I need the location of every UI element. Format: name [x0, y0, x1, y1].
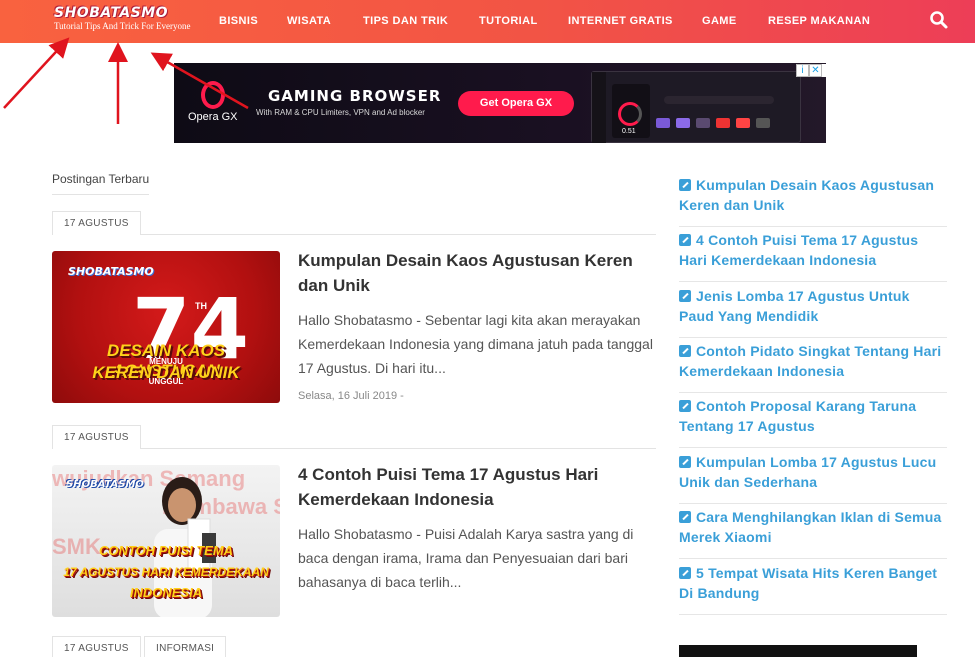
opera-logo: Opera GX — [188, 81, 238, 131]
category-tag[interactable]: 17 AGUSTUS — [52, 636, 141, 657]
sidebar-link[interactable]: Contoh Pidato Singkat Tentang Hari Kemer… — [679, 341, 947, 393]
category-tag[interactable]: 17 AGUSTUS — [52, 425, 141, 449]
sidebar-link-label: 5 Tempat Wisata Hits Keren Banget Di Ban… — [679, 565, 938, 601]
ad-browser-screenshot: 0.51 — [591, 71, 801, 143]
search-icon[interactable] — [929, 10, 949, 30]
post-date-separator: - — [400, 390, 404, 402]
thumb-line-3: INDONESIA — [129, 585, 203, 600]
edit-icon — [679, 290, 691, 302]
section-title: Postingan Terbaru — [52, 172, 150, 195]
thumb-line-1: CONTOH PUISI TEMA — [98, 543, 234, 558]
thumb-small-2: UNGGUL — [148, 377, 184, 386]
category-tag[interactable]: 17 AGUSTUS — [52, 211, 141, 235]
sidebar-ad[interactable] — [679, 645, 947, 657]
category-bar: 17 AGUSTUS — [52, 425, 656, 449]
edit-icon — [679, 567, 691, 579]
post-title[interactable]: Kumpulan Desain Kaos Agustusan Keren dan… — [298, 248, 658, 298]
sidebar-link-label: Cara Menghilangkan Iklan di Semua Merek … — [679, 509, 942, 545]
sidebar-link[interactable]: Cara Menghilangkan Iklan di Semua Merek … — [679, 507, 947, 559]
nav-item-tutorial[interactable]: TUTORIAL — [479, 0, 538, 43]
ad-gauge-value: 0.51 — [622, 128, 636, 135]
thumb-number-suffix: TH — [195, 301, 207, 311]
post-excerpt: Hallo Shobatasmo - Sebentar lagi kita ak… — [298, 312, 653, 376]
edit-icon — [679, 345, 691, 357]
thumb-line-2: 17 AGUSTUS HARI KEMERDEKAAN — [63, 565, 269, 579]
sidebar-link[interactable]: Kumpulan Lomba 17 Agustus Lucu Unik dan … — [679, 452, 947, 504]
ad-info-icon[interactable]: i — [796, 64, 809, 77]
sidebar-link[interactable]: 4 Contoh Puisi Tema 17 Agustus Hari Keme… — [679, 230, 947, 282]
nav-item-game[interactable]: GAME — [702, 0, 737, 43]
thumb-brand: SHOBATASMO — [66, 479, 144, 490]
ad-choices[interactable]: i ✕ — [796, 64, 826, 77]
post-thumbnail[interactable]: wujudkan Semang Membawa Sem SMK SHOBATAS… — [52, 465, 280, 617]
edit-icon — [679, 511, 691, 523]
sidebar-ad-close-icon[interactable] — [917, 645, 947, 657]
sidebar-link-label: Contoh Pidato Singkat Tentang Hari Kemer… — [679, 343, 942, 379]
logo-title: SHOBATASMO — [54, 5, 169, 21]
ad-close-icon[interactable]: ✕ — [809, 64, 822, 77]
sidebar-link[interactable]: Contoh Proposal Karang Taruna Tentang 17… — [679, 396, 947, 448]
sidebar-link[interactable]: Kumpulan Desain Kaos Agustusan Keren dan… — [679, 175, 947, 227]
post-thumbnail[interactable]: SHOBATASMO 74 TH MENUJU DESAIN KAOS AGUS… — [52, 251, 280, 403]
edit-icon — [679, 234, 691, 246]
post-title[interactable]: 4 Contoh Puisi Tema 17 Agustus Hari Keme… — [298, 462, 658, 512]
edit-icon — [679, 179, 691, 191]
edit-icon — [679, 400, 691, 412]
site-logo[interactable]: SHOBATASMO Tutorial Tips And Trick For E… — [54, 5, 191, 36]
opera-logo-icon — [201, 81, 225, 109]
sidebar-link-label: Kumpulan Lomba 17 Agustus Lucu Unik dan … — [679, 454, 937, 490]
nav-item-bisnis[interactable]: BISNIS — [219, 0, 258, 43]
site-header: SHOBATASMO Tutorial Tips And Trick For E… — [0, 0, 975, 43]
nav-item-wisata[interactable]: WISATA — [287, 0, 331, 43]
post-excerpt: Hallo Shobatasmo - Puisi Adalah Karya sa… — [298, 526, 634, 590]
post-date: Selasa, 16 Juli 2019 — [298, 390, 398, 402]
sidebar-link-label: Jenis Lomba 17 Agustus Untuk Paud Yang M… — [679, 288, 910, 324]
ad-brand: Opera GX — [188, 111, 238, 123]
sidebar-link-label: Kumpulan Desain Kaos Agustusan Keren dan… — [679, 177, 935, 213]
edit-icon — [679, 456, 691, 468]
sidebar-link[interactable]: 5 Tempat Wisata Hits Keren Banget Di Ban… — [679, 563, 947, 615]
logo-tagline: Tutorial Tips And Trick For Everyone — [54, 21, 191, 31]
thumb-brand: SHOBATASMO — [68, 265, 154, 278]
nav-item-resep-makanan[interactable]: RESEP MAKANAN — [768, 0, 870, 43]
post-date-row: Selasa, 16 Juli 2019 - — [298, 390, 404, 402]
opera-gx-ad-banner[interactable]: Opera GX GAMING BROWSER With RAM & CPU L… — [174, 63, 826, 143]
ad-title: GAMING BROWSER — [268, 87, 442, 105]
category-tag[interactable]: INFORMASI — [144, 636, 227, 657]
nav-item-tips-dan-trik[interactable]: TIPS DAN TRIK — [363, 0, 448, 43]
category-bar: 17 AGUSTUS INFORMASI — [52, 636, 656, 657]
ad-subtitle: With RAM & CPU Limiters, VPN and Ad bloc… — [256, 108, 425, 117]
sidebar-link[interactable]: Jenis Lomba 17 Agustus Untuk Paud Yang M… — [679, 286, 947, 338]
sidebar-link-label: Contoh Proposal Karang Taruna Tentang 17… — [679, 398, 917, 434]
get-opera-gx-button[interactable]: Get Opera GX — [458, 91, 574, 116]
nav-item-internet-gratis[interactable]: INTERNET GRATIS — [568, 0, 673, 43]
arrow-left — [3, 37, 70, 109]
gauge-icon — [618, 102, 642, 126]
sidebar-link-label: 4 Contoh Puisi Tema 17 Agustus Hari Keme… — [679, 232, 919, 268]
category-bar: 17 AGUSTUS — [52, 211, 656, 235]
